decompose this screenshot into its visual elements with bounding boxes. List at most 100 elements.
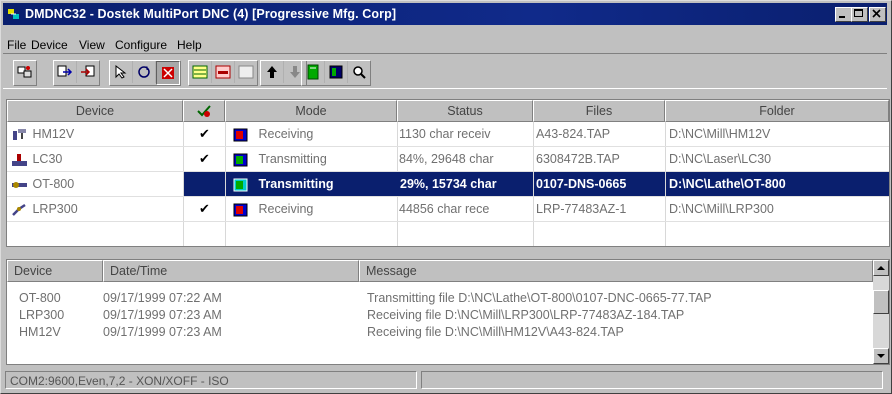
folder-cell: D:\NC\Laser\LC30 (669, 152, 772, 166)
device-row[interactable]: LRP300 ✔ Receiving 44856 char rece LRP-7… (7, 197, 889, 221)
zoom-icon[interactable] (348, 61, 370, 83)
file-cell: 0107-DNS-0665 (534, 172, 665, 196)
robot-machine-icon (12, 203, 26, 216)
toolbar-group-mode (109, 60, 181, 86)
log-datetime: 09/17/1999 07:23 AM (103, 325, 222, 339)
device-cell: LC30 (11, 147, 181, 171)
log-device: LRP300 (19, 308, 65, 322)
mode-cell: Receiving (233, 197, 395, 221)
device-row-selected[interactable]: OT-800 Transmitting 29%, 15734 char 0107… (7, 172, 889, 196)
column-header-message[interactable]: Message (359, 260, 873, 282)
enabled-check[interactable]: ✔ (199, 147, 223, 171)
folder-cell: D:\NC\Mill\LRP300 (669, 202, 774, 216)
menu-configure[interactable]: Configure (115, 38, 167, 52)
column-header-files[interactable]: Files (533, 100, 665, 122)
status-panel-empty (421, 371, 883, 389)
receive-mode-icon (233, 203, 248, 217)
file-cell: 6308472B.TAP (536, 152, 620, 166)
log-message: Receiving file D:\NC\Mill\HM12V\A43-824.… (367, 325, 624, 339)
laser-machine-icon (12, 153, 27, 166)
maximize-button[interactable] (851, 7, 868, 22)
column-header-log-device[interactable]: Device (7, 260, 103, 282)
connection-status: COM2:9600,Even,7,2 - XON/XOFF - ISO (5, 371, 417, 389)
menu-help[interactable]: Help (177, 38, 202, 52)
move-up-icon[interactable] (261, 61, 284, 83)
toolbar-group-transfer (53, 60, 100, 86)
receive-icon[interactable] (77, 61, 99, 83)
status-cell: 84%, 29648 char (399, 152, 494, 166)
mode-cell: Transmitting (226, 172, 404, 196)
folder-icon[interactable] (302, 61, 325, 83)
list-view-icon[interactable] (189, 61, 212, 83)
enabled-column-icon (197, 105, 211, 117)
minimize-button[interactable] (835, 7, 852, 22)
log-message: Receiving file D:\NC\Mill\LRP300\LRP-774… (367, 308, 685, 322)
device-name: LRP300 (32, 202, 78, 216)
log-view-icon[interactable] (212, 61, 235, 83)
blank-view-icon[interactable] (235, 61, 257, 83)
column-header-status[interactable]: Status (397, 100, 533, 122)
mode-text: Receiving (258, 202, 314, 216)
vertical-scrollbar[interactable] (873, 260, 889, 364)
transmit-mode-icon (233, 178, 248, 192)
scroll-down-button[interactable] (873, 348, 889, 364)
sync-icon[interactable] (133, 61, 156, 83)
title-bar[interactable]: DMDNC32 - Dostek MultiPort DNC (4) [Prog… (3, 3, 887, 25)
device-list: Device Mode Status Files Folder HM12V ✔ … (6, 99, 890, 247)
column-header-device[interactable]: Device (7, 100, 183, 122)
mode-text: Receiving (258, 127, 314, 141)
enabled-check[interactable]: ✔ (199, 197, 223, 221)
receive-mode-icon (233, 128, 248, 142)
menu-file[interactable]: File (7, 38, 26, 52)
toolbar-group-move (260, 60, 307, 86)
column-header-datetime[interactable]: Date/Time (103, 260, 359, 282)
send-icon[interactable] (54, 61, 77, 83)
arrow-down-icon (877, 354, 885, 358)
toolbar-group-view (188, 60, 258, 86)
scroll-thumb[interactable] (873, 290, 889, 314)
book-icon[interactable] (325, 61, 348, 83)
enabled-check[interactable]: ✔ (199, 122, 223, 146)
transmit-mode-icon (233, 153, 248, 167)
column-header-enabled[interactable] (183, 100, 225, 122)
file-cell: A43-824.TAP (536, 127, 611, 141)
pointer-icon[interactable] (110, 61, 133, 83)
mode-cell: Transmitting (233, 147, 395, 171)
folder-cell: D:\NC\Lathe\OT-800 (666, 172, 889, 196)
status-cell: 44856 char rece (399, 202, 490, 216)
close-button[interactable] (869, 7, 886, 22)
scroll-up-button[interactable] (873, 260, 889, 276)
log-datetime: 09/17/1999 07:23 AM (103, 308, 222, 322)
device-cell: OT-800 (11, 172, 181, 196)
device-name: LC30 (32, 152, 63, 166)
file-cell: LRP-77483AZ-1 (536, 202, 627, 216)
column-header-mode[interactable]: Mode (225, 100, 397, 122)
device-name: OT-800 (32, 177, 75, 191)
device-cell: HM12V (11, 122, 181, 146)
toolbar-group-connect (13, 60, 37, 86)
menu-bar: File Device View Configure Help (3, 27, 887, 52)
mode-cell: Receiving (233, 122, 395, 146)
menu-device[interactable]: Device (31, 38, 68, 52)
log-device: HM12V (19, 325, 61, 339)
column-header-folder[interactable]: Folder (665, 100, 889, 122)
status-cell: 29%, 15734 char (398, 172, 533, 196)
menu-view[interactable]: View (79, 38, 105, 52)
device-name: HM12V (32, 127, 75, 141)
message-log: Device Date/Time Message OT-800 09/17/19… (6, 259, 890, 365)
device-cell: LRP300 (11, 197, 181, 221)
device-row[interactable]: HM12V ✔ Receiving 1130 char receiv A43-8… (7, 122, 889, 146)
status-bar: COM2:9600,Even,7,2 - XON/XOFF - ISO (3, 369, 887, 391)
status-cell: 1130 char receiv (399, 127, 491, 141)
arrow-up-icon (877, 266, 885, 270)
log-datetime: 09/17/1999 07:22 AM (103, 291, 222, 305)
log-message: Transmitting file D:\NC\Lathe\OT-800\010… (367, 291, 712, 305)
lathe-machine-icon (12, 181, 27, 188)
log-device: OT-800 (19, 291, 61, 305)
app-icon (8, 9, 19, 19)
app-window: DMDNC32 - Dostek MultiPort DNC (4) [Prog… (0, 0, 892, 394)
connect-icon[interactable] (14, 61, 36, 83)
enabled-check[interactable] (184, 172, 225, 196)
stop-icon[interactable] (156, 61, 180, 85)
device-row[interactable]: LC30 ✔ Transmitting 84%, 29648 char 6308… (7, 147, 889, 171)
